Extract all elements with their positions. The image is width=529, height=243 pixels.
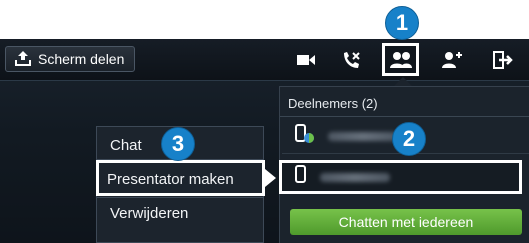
participants-icon <box>389 50 413 75</box>
menu-item-remove[interactable]: Verwijderen <box>110 205 188 222</box>
add-participant-icon[interactable] <box>440 49 464 71</box>
top-margin <box>0 0 529 39</box>
menu-divider <box>97 197 263 198</box>
share-upload-icon <box>14 49 38 70</box>
panel-divider <box>280 116 529 117</box>
participant-name-blurred <box>320 172 390 182</box>
menu-pointer-arrow <box>265 169 276 187</box>
participants-count-title: Deelnemers (2) <box>288 96 378 111</box>
chat-with-everyone-button[interactable]: Chatten met iedereen <box>290 209 522 235</box>
share-screen-label: Scherm delen <box>38 51 125 67</box>
video-camera-icon[interactable] <box>294 49 318 71</box>
video-call-screen: Scherm delen Deelnemers (2) Chatten met … <box>0 0 529 243</box>
menu-item-chat[interactable]: Chat <box>110 137 142 154</box>
participant-name-blurred <box>328 132 398 141</box>
menu-item-make-presenter[interactable]: Presentator maken <box>107 171 234 188</box>
callout-1: 1 <box>385 6 419 40</box>
participant-row-selected[interactable] <box>279 160 522 194</box>
end-call-icon[interactable] <box>339 49 363 71</box>
phone-icon <box>294 164 308 190</box>
callout-3: 3 <box>161 127 195 161</box>
phone-with-status-icon <box>294 124 316 149</box>
participants-button[interactable] <box>382 43 419 76</box>
callout-2: 2 <box>392 122 426 156</box>
share-screen-button[interactable]: Scherm delen <box>5 46 135 72</box>
exit-icon[interactable] <box>490 49 514 71</box>
